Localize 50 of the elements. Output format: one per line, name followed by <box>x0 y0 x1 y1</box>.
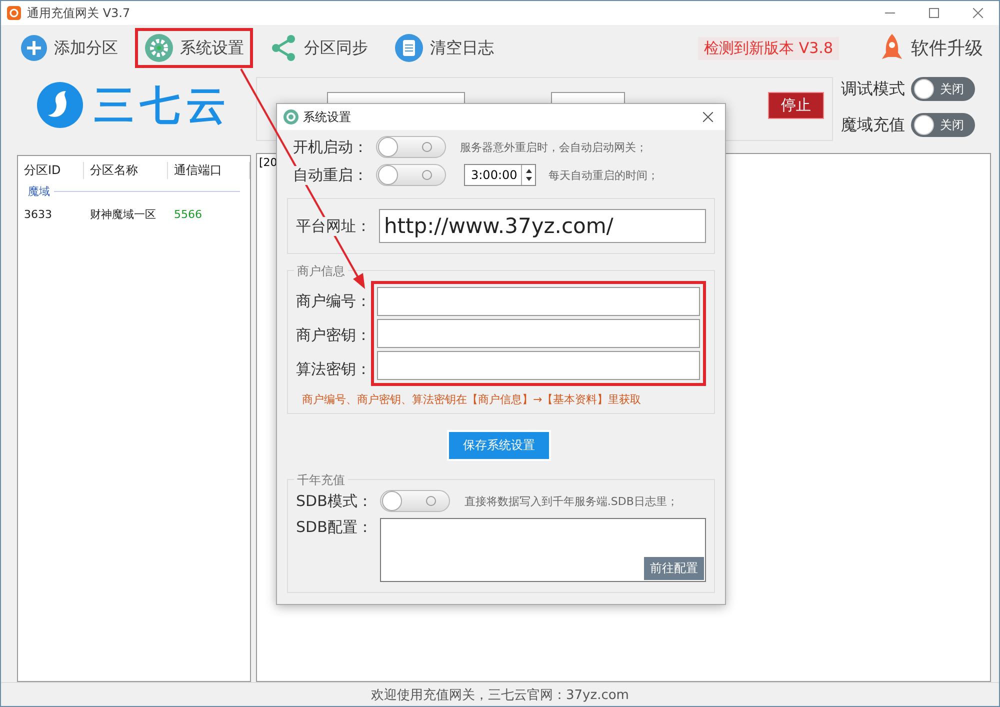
hint-text: 每天自动重启的时间； <box>548 168 658 182</box>
group-title: 千年充值 <box>294 472 348 489</box>
table-cell-text: 财神魔域一区 <box>89 206 157 222</box>
upgrade-button[interactable]: 软件升级 <box>875 32 989 64</box>
settings-icon <box>283 109 299 125</box>
input-field[interactable] <box>377 287 700 316</box>
column-header: 通信端口 <box>168 162 250 178</box>
logo-text: 三七云 <box>94 82 232 130</box>
logo-icon <box>36 81 84 129</box>
dialog-title: 系统设置 <box>303 108 351 126</box>
input-field[interactable] <box>377 351 700 380</box>
spinner-arrows-icon[interactable] <box>524 168 533 182</box>
switch-label: 调试模式 <box>841 78 905 100</box>
toggle-switch[interactable] <box>376 136 446 158</box>
hint-text: 服务器意外重启时，会自动启动网关； <box>460 140 647 154</box>
toolbar-button[interactable]: 系统设置 <box>135 28 253 68</box>
toolbar-button[interactable]: 清空日志 <box>385 28 503 68</box>
close-icon[interactable] <box>703 112 713 122</box>
close-icon[interactable] <box>973 8 983 18</box>
settings-icon <box>144 33 174 63</box>
input-field[interactable] <box>377 319 700 348</box>
update-notice: 检测到新版本 V3.8 <box>698 36 839 60</box>
maximize-icon[interactable] <box>929 8 939 18</box>
toggle-switch[interactable]: 关闭 <box>911 77 975 101</box>
time-spinner[interactable]: 3:00:00 <box>464 164 536 186</box>
toolbar-button[interactable]: 分区同步 <box>261 29 377 67</box>
url-field[interactable]: http://www.37yz.com/ <box>379 209 706 243</box>
toggle-switch[interactable]: 关闭 <box>911 113 975 137</box>
plus-icon <box>20 34 48 62</box>
window-title: 通用充值网关 V3.7 <box>27 4 130 22</box>
configure-button[interactable]: 前往配置 <box>644 557 704 580</box>
stop-button[interactable]: 停止 <box>768 92 824 119</box>
toggle-switch[interactable] <box>376 164 446 186</box>
toolbar-button[interactable]: 添加分区 <box>11 29 127 67</box>
column-header: 分区名称 <box>84 162 168 178</box>
table-cell-text: 5566 <box>173 208 203 220</box>
document-icon <box>394 33 424 63</box>
toggle-switch[interactable] <box>380 490 450 512</box>
text-area[interactable]: 前往配置 <box>380 518 706 582</box>
table-cell-text: 3633 <box>23 208 53 220</box>
app-icon <box>7 6 21 20</box>
switch-label: 魔域充值 <box>841 114 905 136</box>
share-icon <box>270 34 298 62</box>
hint-text: 直接将数据写入到千年服务端.SDB日志里； <box>464 494 678 508</box>
status-text: 欢迎使用充值网关，三七云官网：37yz.com <box>371 686 629 704</box>
group-header: 魔域 <box>28 184 50 199</box>
note-text: 商户编号、商户密钥、算法密钥在【商户信息】→【基本资料】里获取 <box>302 392 642 407</box>
column-header: 分区ID <box>18 162 84 178</box>
log-line: [20 <box>259 156 278 169</box>
group-title: 商户信息 <box>294 263 348 280</box>
